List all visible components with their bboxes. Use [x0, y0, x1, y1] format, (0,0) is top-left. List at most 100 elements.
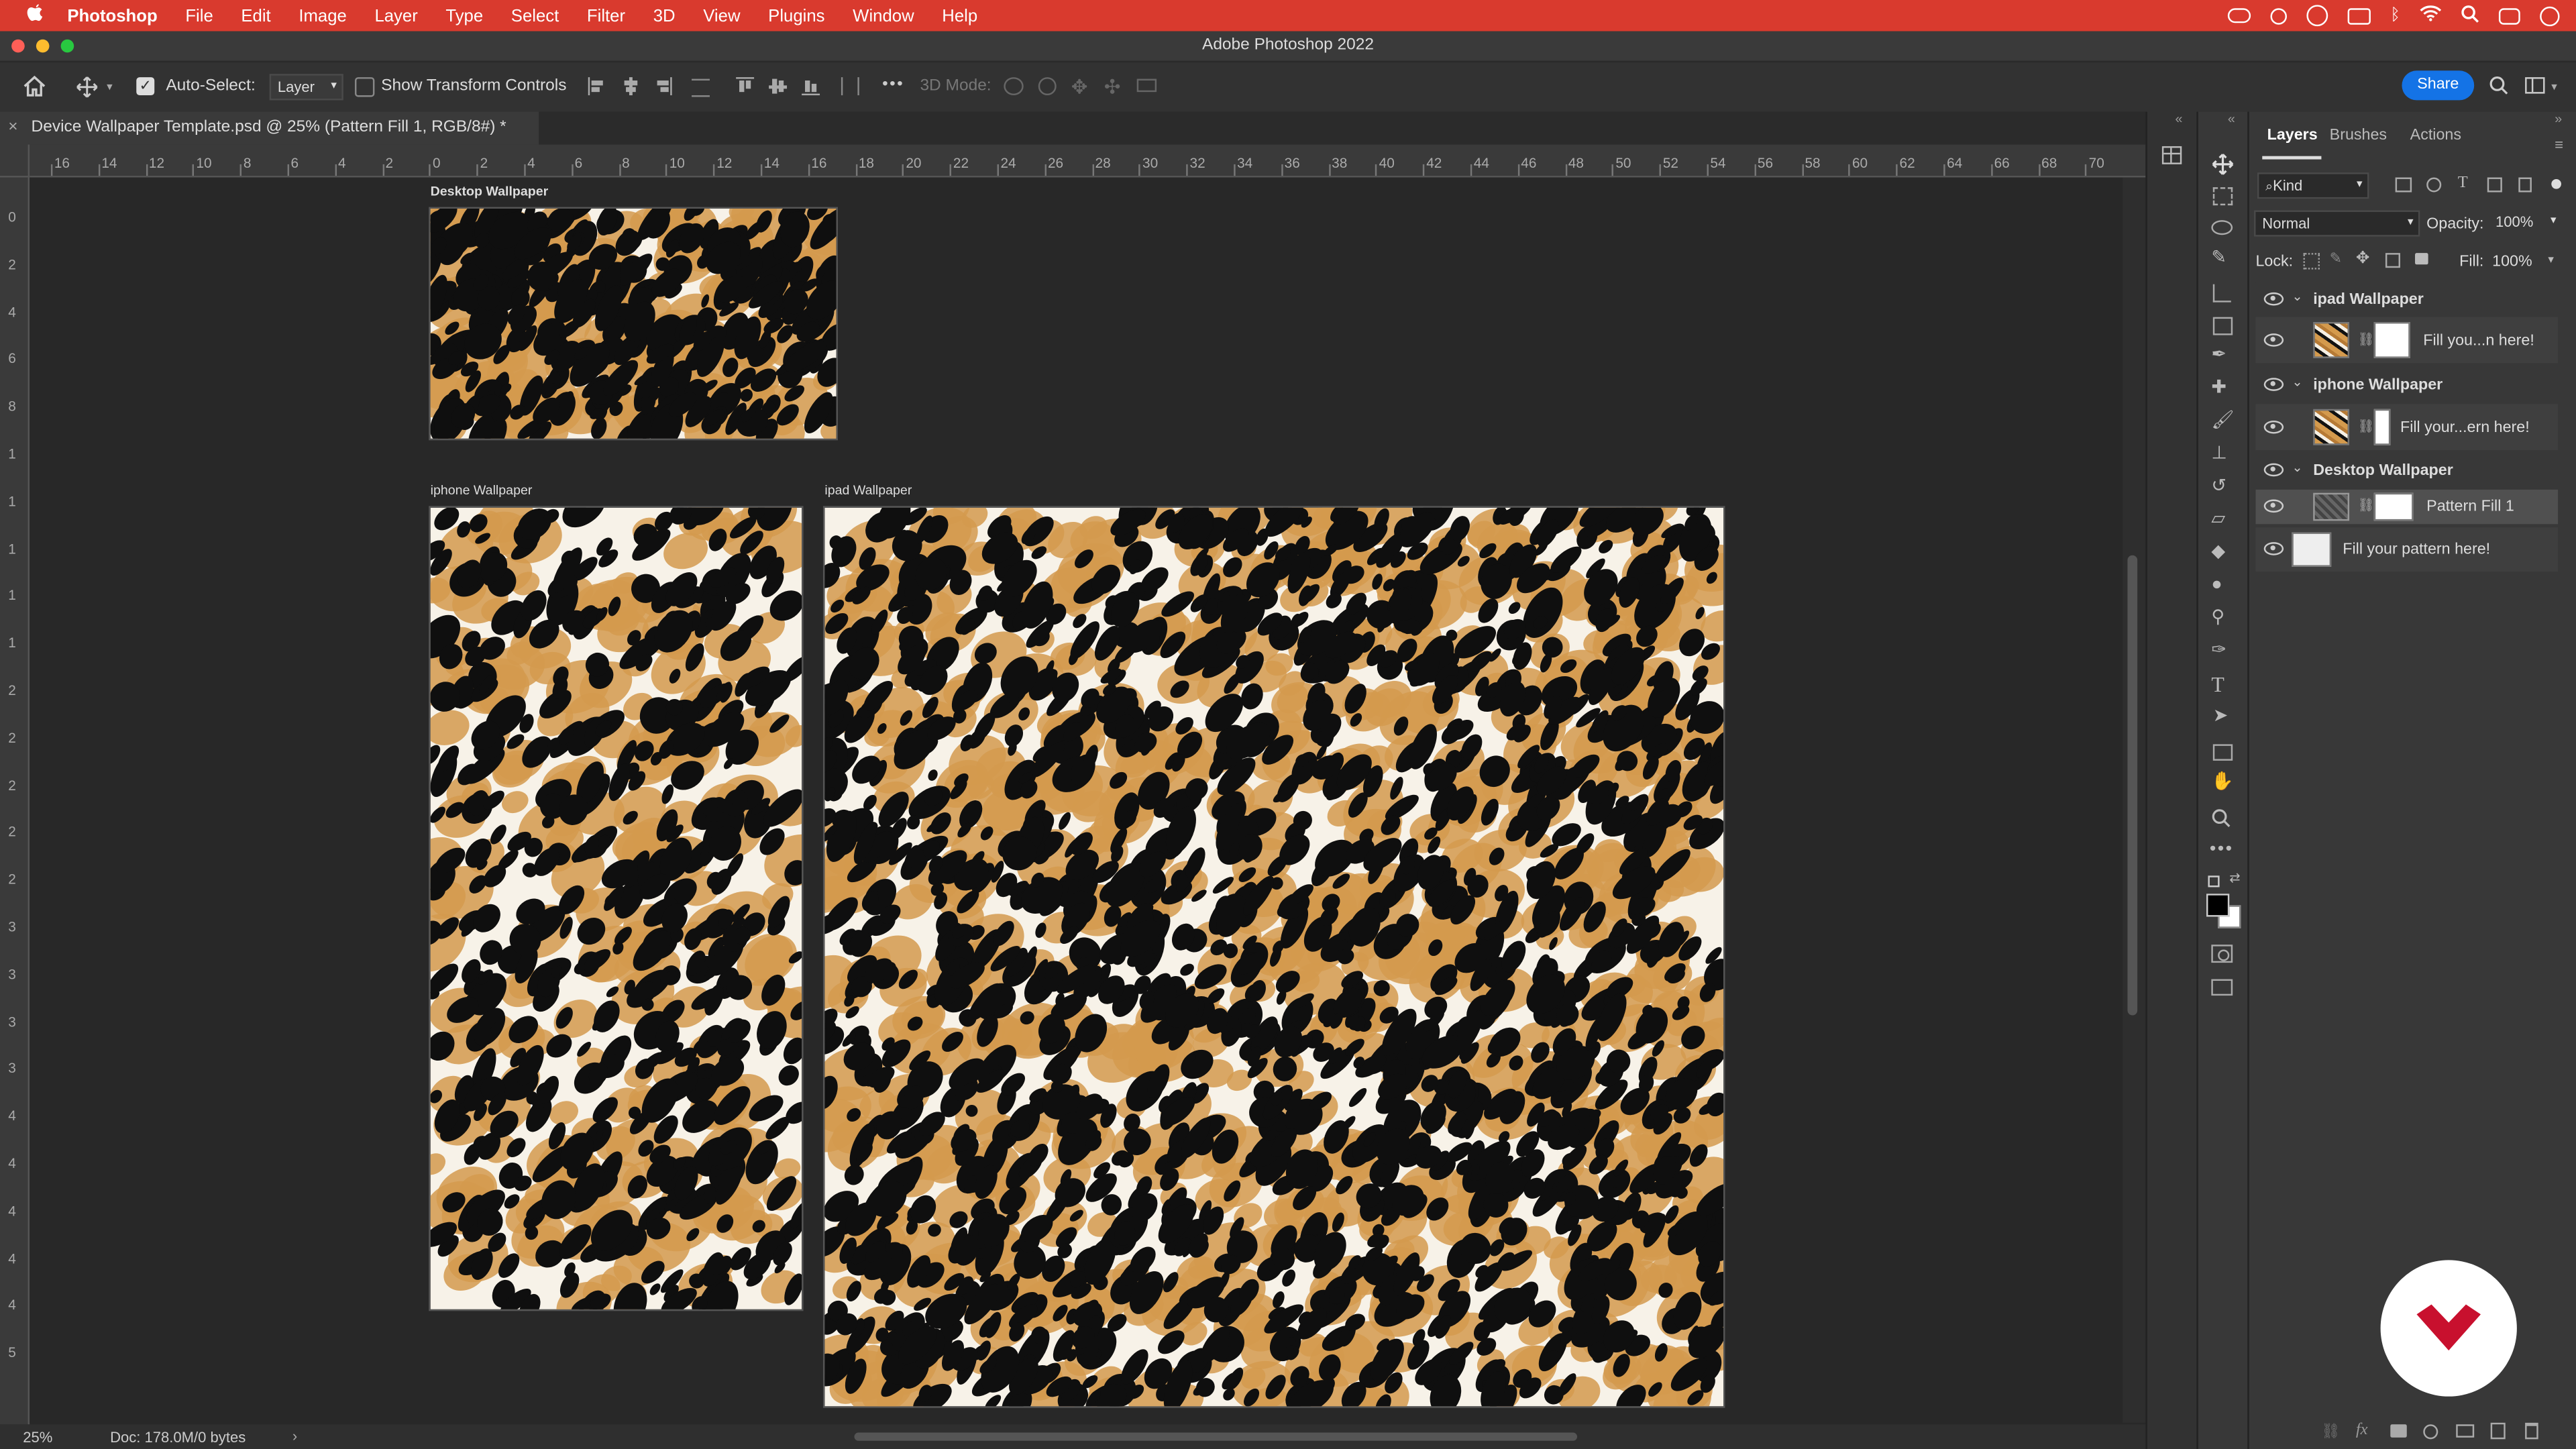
align-bottom-icon[interactable] — [802, 77, 820, 96]
3d-scale-icon[interactable] — [1136, 78, 1157, 93]
filter-smart-object-icon[interactable] — [2518, 177, 2532, 193]
menu-select[interactable]: Select — [511, 6, 559, 25]
default-colors-icon[interactable] — [2208, 875, 2220, 888]
distribute-vertical-icon[interactable] — [841, 77, 859, 96]
swap-colors-icon[interactable]: ⇄ — [2229, 871, 2240, 885]
path-selection-tool-icon[interactable]: ➤ — [2213, 707, 2229, 727]
quick-mask-icon[interactable] — [2211, 945, 2233, 963]
bluetooth-icon[interactable]: ᛒ — [2390, 7, 2400, 25]
workspace-chevron-icon[interactable]: ▾ — [2551, 80, 2557, 93]
align-center-icon[interactable] — [623, 77, 639, 96]
chevron-down-icon[interactable]: ⌄ — [2292, 289, 2302, 304]
stamp-tool-icon[interactable]: ⊥ — [2211, 444, 2226, 464]
menu-help[interactable]: Help — [942, 6, 977, 25]
marquee-tool-icon[interactable] — [2212, 187, 2233, 206]
wifi-icon[interactable] — [2420, 5, 2442, 26]
move-tool-icon[interactable] — [76, 76, 99, 104]
frame-tool-icon[interactable] — [2212, 317, 2233, 335]
control-center-icon[interactable] — [2498, 7, 2520, 24]
layer-mask-thumbnail[interactable] — [2373, 492, 2414, 521]
collapse-arrows-icon[interactable]: « — [2228, 112, 2235, 127]
collapse-arrows-icon[interactable]: « — [2175, 112, 2182, 127]
menu-type[interactable]: Type — [445, 6, 483, 25]
menu-view[interactable]: View — [703, 6, 740, 25]
3d-slide-icon[interactable]: ✣ — [1104, 76, 1121, 99]
chevron-down-icon[interactable]: ▾ — [2548, 253, 2554, 266]
visibility-eye-icon[interactable] — [2263, 542, 2284, 555]
adobe-icon[interactable] — [2270, 7, 2288, 24]
fill-value[interactable]: 100% — [2492, 253, 2532, 271]
horizontal-ruler[interactable]: 16 14 12 10 8 6 4 2 0 2 4 6 8 10 12 14 16 18 20 22 24 26 28 30 3… — [0, 144, 2146, 178]
vertical-scrollbar[interactable] — [2123, 177, 2146, 1423]
ruler-origin[interactable] — [0, 144, 30, 178]
layer-ipad-fill[interactable]: ⛓ Fill you...n here! — [2255, 317, 2559, 364]
tool-preset-chevron-icon[interactable]: ▾ — [107, 80, 113, 93]
distribute-horizontal-icon[interactable] — [692, 78, 710, 97]
artboard-ipad[interactable] — [822, 506, 1725, 1408]
layer-mask-thumbnail[interactable] — [2373, 409, 2391, 445]
panel-menu-icon[interactable]: ≡ — [2555, 136, 2563, 152]
quick-select-tool-icon[interactable]: ✎ — [2211, 249, 2226, 268]
tab-brushes[interactable]: Brushes — [2330, 127, 2387, 145]
opacity-input[interactable]: 100% ▾ — [2489, 210, 2561, 236]
visibility-eye-icon[interactable] — [2263, 463, 2284, 477]
more-options-button[interactable]: ••• — [882, 76, 904, 94]
properties-panel-icon[interactable] — [2161, 146, 2182, 164]
delete-layer-icon[interactable] — [2525, 1422, 2538, 1440]
artboard-label-ipad[interactable]: ipad Wallpaper — [824, 483, 912, 498]
collapse-arrows-icon[interactable]: » — [2555, 112, 2562, 127]
3d-orbit-icon[interactable] — [1004, 77, 1024, 96]
lasso-tool-icon[interactable] — [2211, 220, 2233, 235]
move-tool-button[interactable] — [2211, 153, 2237, 179]
menu-image[interactable]: Image — [299, 6, 346, 25]
menu-file[interactable]: File — [185, 6, 213, 25]
align-left-icon[interactable] — [588, 77, 606, 96]
layer-group-iphone[interactable]: ⌄ iphone Wallpaper — [2255, 368, 2558, 401]
menu-layer[interactable]: Layer — [374, 6, 417, 25]
chevron-down-icon[interactable]: ⌄ — [2292, 374, 2302, 389]
search-icon[interactable] — [2489, 76, 2508, 101]
vertical-scroll-thumb[interactable] — [2127, 555, 2138, 1016]
menu-plugins[interactable]: Plugins — [768, 6, 824, 25]
lock-position-icon[interactable]: ✥ — [2356, 250, 2370, 268]
workspace-icon[interactable] — [2525, 77, 2545, 94]
zoom-tool-icon[interactable] — [2211, 806, 2231, 836]
horizontal-scroll-thumb[interactable] — [854, 1432, 1578, 1441]
healing-brush-tool-icon[interactable]: ✚ — [2211, 378, 2226, 398]
visibility-eye-icon[interactable] — [2263, 499, 2284, 513]
3d-pan-icon[interactable]: ✥ — [1071, 76, 1088, 99]
rectangle-tool-icon[interactable] — [2212, 744, 2233, 761]
menu-window[interactable]: Window — [853, 6, 914, 25]
chevron-down-icon[interactable]: ⌄ — [2292, 460, 2302, 475]
show-transform-checkbox[interactable] — [354, 77, 375, 97]
edit-toolbar-icon[interactable]: ••• — [2210, 841, 2234, 859]
align-right-icon[interactable] — [654, 77, 672, 96]
layer-mask-thumbnail[interactable] — [2373, 322, 2410, 358]
lock-transparent-icon[interactable] — [2303, 253, 2320, 270]
history-brush-tool-icon[interactable]: ↺ — [2211, 477, 2226, 496]
screen-mode-icon[interactable] — [2211, 979, 2233, 996]
align-top-icon[interactable] — [736, 77, 755, 95]
eraser-tool-icon[interactable]: ▱ — [2211, 510, 2225, 529]
lock-artboard-icon[interactable] — [2385, 253, 2400, 268]
display-icon[interactable] — [2347, 7, 2371, 24]
document-tab[interactable]: × Device Wallpaper Template.psd @ 25% (P… — [0, 111, 539, 145]
link-icon[interactable]: ⛓ — [2357, 498, 2374, 513]
visibility-eye-icon[interactable] — [2263, 378, 2284, 391]
visibility-eye-icon[interactable] — [2263, 292, 2284, 306]
auto-select-checkbox[interactable]: ✓ — [136, 77, 155, 96]
dodge-tool-icon[interactable]: ⚲ — [2211, 608, 2224, 628]
tab-actions[interactable]: Actions — [2410, 127, 2461, 145]
filter-pixel-icon[interactable] — [2395, 177, 2412, 193]
share-button[interactable]: Share — [2402, 70, 2475, 101]
filter-toggle-icon[interactable] — [2551, 178, 2561, 189]
adjustment-layer-icon[interactable] — [2423, 1424, 2438, 1440]
artboard-iphone[interactable] — [429, 506, 804, 1311]
auto-select-target-dropdown[interactable]: Layer ▾ — [269, 74, 343, 101]
menu-filter[interactable]: Filter — [587, 6, 625, 25]
layer-fill-your-pattern[interactable]: Fill your pattern here! — [2255, 527, 2559, 572]
vertical-ruler[interactable]: 0 2 4 6 8 1 1 1 1 1 2 2 2 2 2 3 3 3 3 4 4 4 4 4 5 — [0, 176, 30, 1425]
spotlight-search-icon[interactable] — [2461, 4, 2479, 27]
artboard-desktop[interactable] — [429, 207, 838, 441]
home-icon[interactable] — [23, 75, 46, 102]
